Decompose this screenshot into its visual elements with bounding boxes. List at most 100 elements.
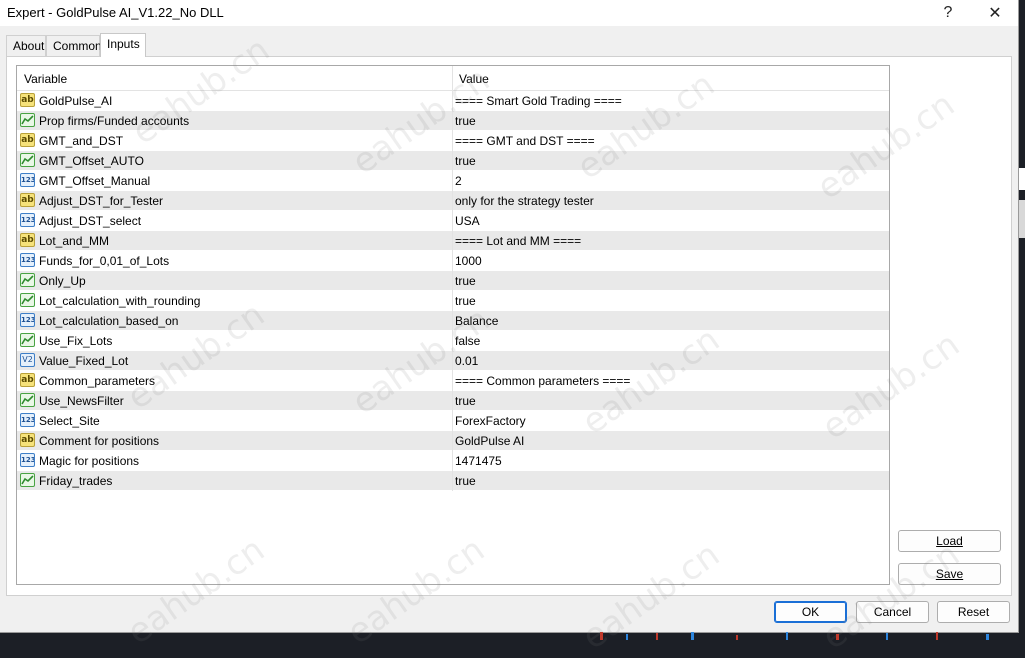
variable-value[interactable]: only for the strategy tester (455, 194, 594, 208)
variable-name: Common_parameters (39, 374, 156, 388)
column-separator[interactable] (452, 66, 453, 90)
tab-common[interactable]: Common (46, 35, 102, 56)
table-row[interactable]: ab GoldPulse_AI ==== Smart Gold Trading ==… (17, 91, 889, 111)
variable-value[interactable]: true (455, 154, 476, 168)
close-icon[interactable]: ✕ (975, 0, 1015, 26)
table-row[interactable]: 123 Magic for positions 1471475 (17, 451, 889, 471)
variable-value[interactable]: 1471475 (455, 454, 502, 468)
variable-value[interactable]: GoldPulse AI (455, 434, 524, 448)
string-type-icon: ab (20, 193, 35, 207)
variable-value[interactable]: true (455, 274, 476, 288)
row-column-separator (452, 91, 453, 111)
row-column-separator (452, 151, 453, 171)
table-row[interactable]: 123 Select_Site ForexFactory (17, 411, 889, 431)
row-column-separator (452, 311, 453, 331)
row-column-separator (452, 131, 453, 151)
table-row[interactable]: 123 Adjust_DST_select USA (17, 211, 889, 231)
integer-type-icon: 123 (20, 253, 35, 267)
string-type-icon: ab (20, 233, 35, 247)
variable-name: Adjust_DST_for_Tester (39, 194, 164, 208)
table-row[interactable]: ab Comment for positions GoldPulse AI (17, 431, 889, 451)
tab-common-label: Common (53, 39, 102, 53)
inputs-grid[interactable]: Variable Value ab GoldPulse_AI ==== Smart … (16, 65, 890, 585)
bool-type-icon (20, 393, 35, 407)
integer-type-icon: 123 (20, 413, 35, 427)
column-header-variable[interactable]: Variable (24, 72, 67, 86)
variable-name: Select_Site (39, 414, 100, 428)
variable-value[interactable]: false (455, 334, 480, 348)
variable-value[interactable]: ==== Common parameters ==== (455, 374, 630, 388)
table-row[interactable]: Lot_calculation_with_rounding true (17, 291, 889, 311)
tab-about[interactable]: About (6, 35, 46, 56)
table-row[interactable]: ab Common_parameters ==== Common parameter… (17, 371, 889, 391)
ok-button[interactable]: OK (774, 601, 847, 623)
row-column-separator (452, 291, 453, 311)
variable-name: Comment for positions (39, 434, 160, 448)
bool-type-icon (20, 293, 35, 307)
variable-name: Only_Up (39, 274, 86, 288)
variable-value[interactable]: ==== GMT and DST ==== (455, 134, 595, 148)
row-column-separator (452, 331, 453, 351)
cancel-button[interactable]: Cancel (856, 601, 929, 623)
table-row[interactable]: ab Adjust_DST_for_Tester only for the stra… (17, 191, 889, 211)
title-bar: Expert - GoldPulse AI_V1.22_No DLL ? ✕ (0, 0, 1018, 26)
integer-type-icon: 123 (20, 213, 35, 227)
row-column-separator (452, 431, 453, 451)
string-type-icon: ab (20, 93, 35, 107)
variable-name: Value_Fixed_Lot (39, 354, 129, 368)
reset-button[interactable]: Reset (937, 601, 1010, 623)
load-button[interactable]: Load (898, 530, 1001, 552)
integer-type-icon: 123 (20, 453, 35, 467)
tab-about-label: About (13, 39, 45, 53)
row-column-separator (452, 251, 453, 271)
double-type-icon: V2 (20, 353, 35, 367)
variable-value[interactable]: 0.01 (455, 354, 478, 368)
table-row[interactable]: 123 Funds_for_0,01_of_Lots 1000 (17, 251, 889, 271)
row-column-separator (452, 211, 453, 231)
background-chart-fragment (1019, 200, 1025, 238)
bool-type-icon (20, 153, 35, 167)
variable-name: Magic for positions (39, 454, 140, 468)
variable-value[interactable]: 2 (455, 174, 462, 188)
table-row[interactable]: ab GMT_and_DST ==== GMT and DST ==== (17, 131, 889, 151)
table-row[interactable]: 123 Lot_calculation_based_on Balance (17, 311, 889, 331)
variable-value[interactable]: 1000 (455, 254, 482, 268)
background-chart-fragment (1019, 168, 1025, 190)
variable-value[interactable]: ==== Lot and MM ==== (455, 234, 581, 248)
table-row[interactable]: Only_Up true (17, 271, 889, 291)
tab-inputs[interactable]: Inputs (100, 33, 146, 57)
row-column-separator (452, 171, 453, 191)
help-icon[interactable]: ? (928, 0, 968, 26)
variable-value[interactable]: ForexFactory (455, 414, 526, 428)
variable-name: GMT_Offset_Manual (39, 174, 151, 188)
column-header-value[interactable]: Value (459, 72, 489, 86)
variable-name: Funds_for_0,01_of_Lots (39, 254, 170, 268)
variable-name: Prop firms/Funded accounts (39, 114, 190, 128)
variable-value[interactable]: true (455, 294, 476, 308)
table-row[interactable]: ab Lot_and_MM ==== Lot and MM ==== (17, 231, 889, 251)
variable-name: Lot_and_MM (39, 234, 110, 248)
save-button[interactable]: Save (898, 563, 1001, 585)
table-row[interactable]: V2 Value_Fixed_Lot 0.01 (17, 351, 889, 371)
bool-type-icon (20, 333, 35, 347)
table-row[interactable]: Friday_trades true (17, 471, 889, 491)
table-row[interactable]: GMT_Offset_AUTO true (17, 151, 889, 171)
table-row[interactable]: Use_NewsFilter true (17, 391, 889, 411)
row-column-separator (452, 351, 453, 371)
table-row[interactable]: Use_Fix_Lots false (17, 331, 889, 351)
integer-type-icon: 123 (20, 313, 35, 327)
window-title: Expert - GoldPulse AI_V1.22_No DLL (7, 5, 224, 20)
variable-value[interactable]: true (455, 114, 476, 128)
variable-value[interactable]: USA (455, 214, 480, 228)
variable-value[interactable]: Balance (455, 314, 498, 328)
variable-value[interactable]: ==== Smart Gold Trading ==== (455, 94, 622, 108)
variable-value[interactable]: true (455, 394, 476, 408)
variable-value[interactable]: true (455, 474, 476, 488)
row-column-separator (452, 191, 453, 211)
row-column-separator (452, 391, 453, 411)
table-row[interactable]: Prop firms/Funded accounts true (17, 111, 889, 131)
variable-name: Use_Fix_Lots (39, 334, 113, 348)
table-row[interactable]: 123 GMT_Offset_Manual 2 (17, 171, 889, 191)
bool-type-icon (20, 473, 35, 487)
variable-name: Lot_calculation_based_on (39, 314, 179, 328)
